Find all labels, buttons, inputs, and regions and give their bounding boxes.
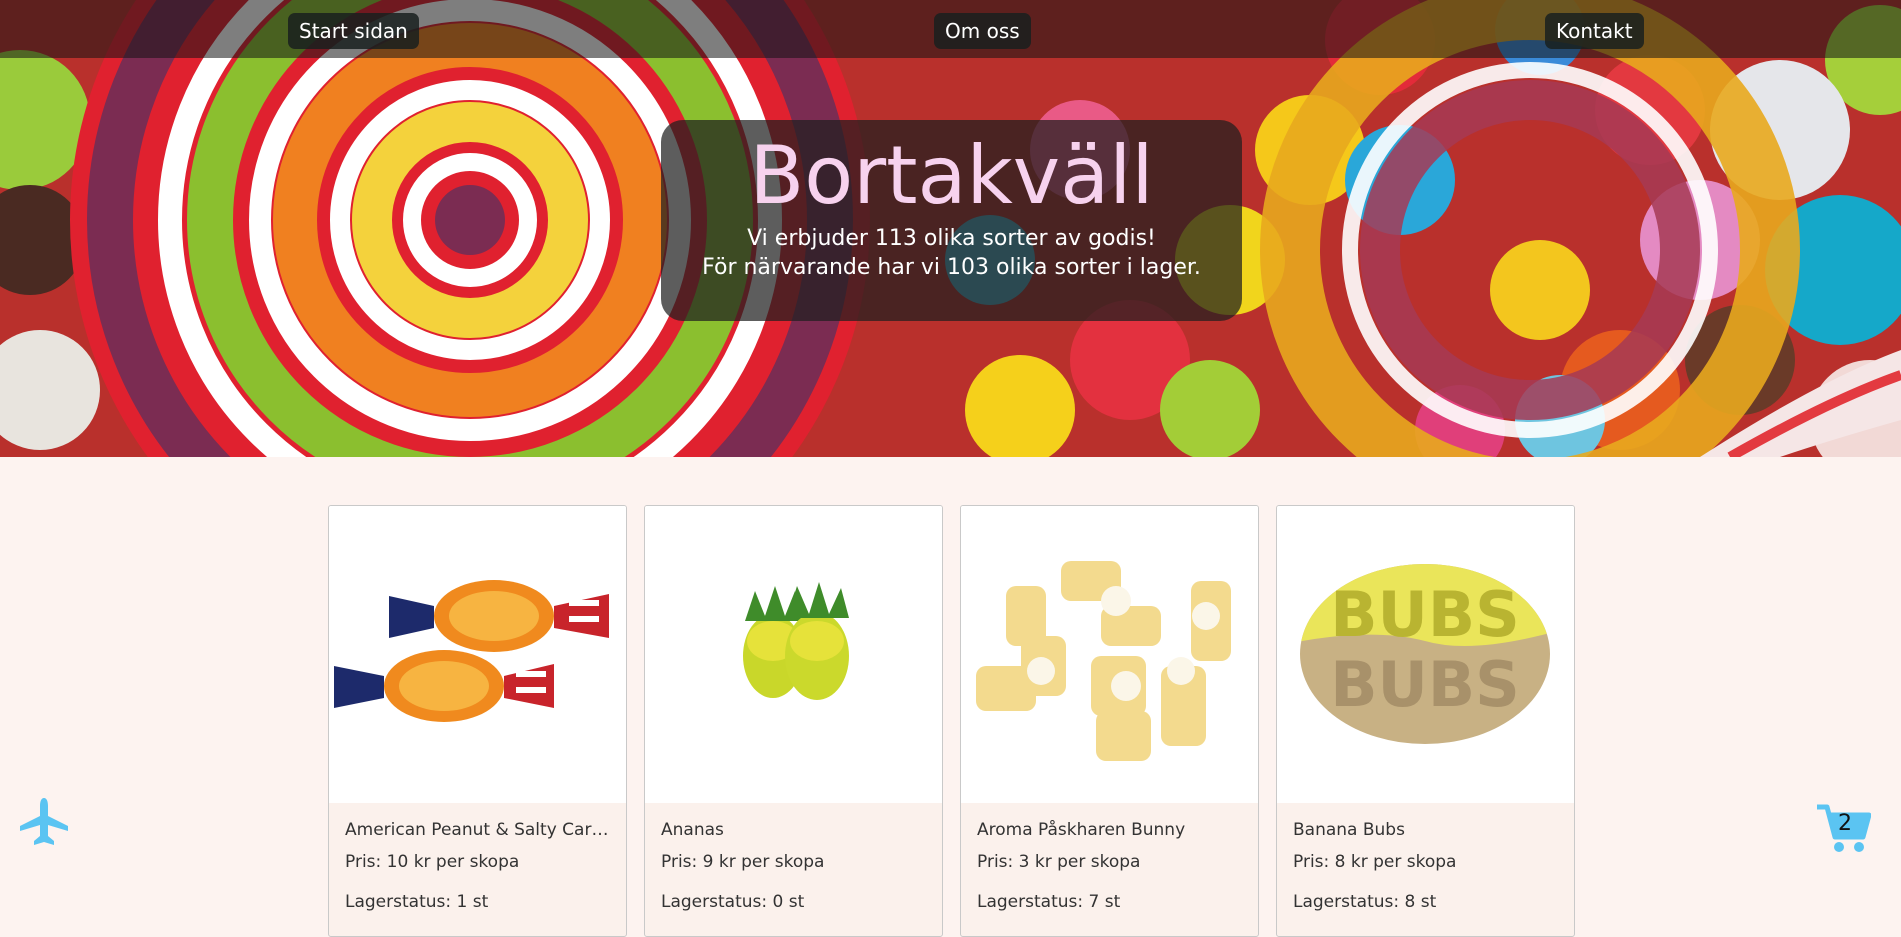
product-card[interactable]: Aroma Påskharen Bunny Pris: 3 kr per sko… [960, 505, 1259, 937]
svg-text:BUBS: BUBS [1330, 648, 1520, 721]
product-card[interactable]: BUBS BUBS Banana Bubs Pris: 8 kr per sko… [1276, 505, 1575, 937]
nav-contact-link[interactable]: Kontakt [1545, 13, 1644, 49]
product-price: Pris: 8 kr per skopa [1293, 852, 1457, 872]
nav-about-link[interactable]: Om oss [934, 13, 1031, 49]
hero-subtitle-line-2: För närvarande har vi 103 olika sorter i… [702, 255, 1201, 280]
product-image-ananas [645, 506, 942, 803]
product-stock: Lagerstatus: 1 st [345, 892, 489, 912]
top-navigation: Start sidan Om oss Kontakt [0, 0, 1901, 58]
product-grid: American Peanut & Salty Cara... Pris: 10… [328, 505, 1578, 937]
product-image-american-peanut [329, 506, 626, 803]
product-name: Aroma Påskharen Bunny [977, 820, 1186, 840]
hero-banner: Bortakväll Vi erbjuder 113 olika sorter … [661, 120, 1242, 321]
product-price: Pris: 3 kr per skopa [977, 852, 1141, 872]
product-stock: Lagerstatus: 0 st [661, 892, 805, 912]
product-name: American Peanut & Salty Cara... [345, 820, 610, 840]
product-stock: Lagerstatus: 8 st [1293, 892, 1437, 912]
product-card[interactable]: Ananas Pris: 9 kr per skopa Lagerstatus:… [644, 505, 943, 937]
product-image-banana-bubs: BUBS BUBS [1277, 506, 1574, 803]
product-image-paskharen-bunny [961, 506, 1258, 803]
product-name: Banana Bubs [1293, 820, 1405, 840]
page-title: Bortakväll [749, 129, 1154, 222]
product-price: Pris: 10 kr per skopa [345, 852, 520, 872]
hero-subtitle-line-1: Vi erbjuder 113 olika sorter av godis! [747, 226, 1156, 251]
nav-home-link[interactable]: Start sidan [288, 13, 419, 49]
svg-text:BUBS: BUBS [1330, 578, 1520, 651]
product-price: Pris: 9 kr per skopa [661, 852, 825, 872]
cart-item-count: 2 [1838, 811, 1852, 836]
hero-section: Start sidan Om oss Kontakt Bortakväll Vi… [0, 0, 1901, 457]
product-stock: Lagerstatus: 7 st [977, 892, 1121, 912]
product-card[interactable]: American Peanut & Salty Cara... Pris: 10… [328, 505, 627, 937]
product-name: Ananas [661, 820, 724, 840]
airplane-icon[interactable] [18, 796, 70, 848]
